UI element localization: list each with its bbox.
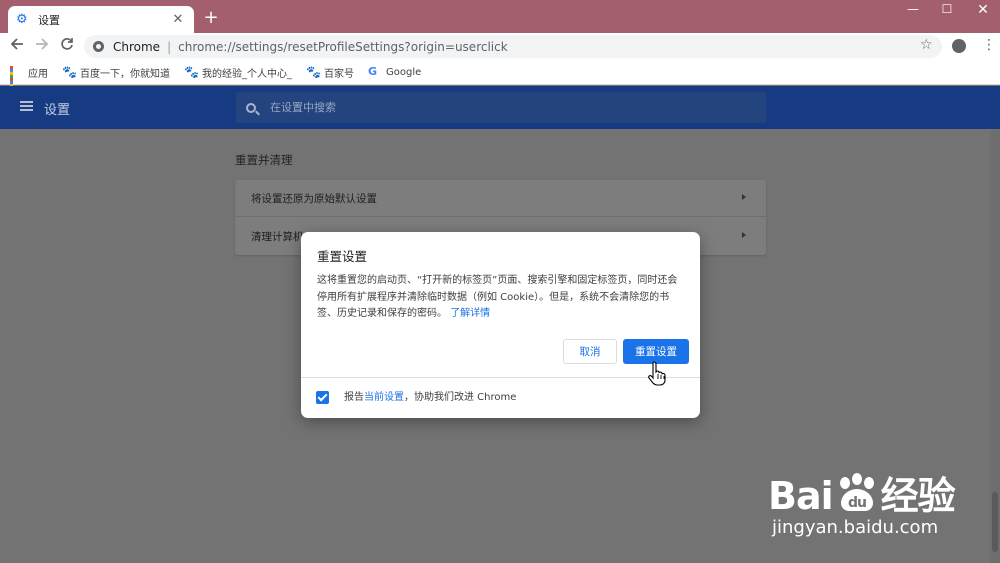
tab-settings[interactable]: ⚙ 设置 ✕ — [8, 6, 194, 33]
back-button[interactable] — [7, 36, 27, 56]
back-arrow-icon — [10, 38, 23, 50]
svg-text:du: du — [848, 495, 866, 511]
maximize-button[interactable]: ☐ — [937, 2, 957, 16]
bookmark-label: 我的经验_个人中心_ — [202, 68, 292, 80]
page-title: 设置 — [44, 103, 71, 118]
bookmark-google[interactable]: G Google — [368, 66, 421, 78]
tab-close-icon[interactable]: ✕ — [170, 12, 186, 27]
bookmark-label: 应用 — [28, 68, 48, 80]
baidu-paw-icon: du — [839, 473, 874, 511]
dialog-body-text: 这将重置您的启动页、“打开新的标签页”页面、搜索引擎和固定标签页，同时还会停用所… — [317, 275, 678, 319]
search-input[interactable] — [270, 101, 670, 114]
restore-defaults-row[interactable]: 将设置还原为原始默认设置 — [235, 180, 766, 217]
baidu-jingyan-watermark: Bai du 经验 jingyan.baidu.com — [768, 455, 983, 545]
minimize-button[interactable]: — — [903, 2, 923, 16]
settings-header: 设置 — [0, 86, 1000, 129]
bookmark-jingyan[interactable]: 🐾 我的经验_个人中心_ — [184, 65, 292, 80]
report-prefix: 报告 — [344, 392, 364, 403]
url-origin: Chrome — [113, 39, 161, 54]
report-suffix: ，协助我们改进 Chrome — [404, 392, 517, 403]
browser-toolbar: Chrome | chrome://settings/resetProfileS… — [0, 33, 1000, 60]
bookmarks-bar: 应用 🐾 百度一下，你就知道 🐾 我的经验_个人中心_ 🐾 百家号 G Goog… — [0, 60, 1000, 93]
scrollbar[interactable] — [990, 130, 1000, 563]
address-bar[interactable]: Chrome | chrome://settings/resetProfileS… — [84, 35, 942, 58]
bookmark-baijiahao[interactable]: 🐾 百家号 — [306, 65, 354, 80]
google-icon: G — [368, 65, 378, 78]
url-separator: | — [167, 39, 172, 54]
profile-avatar-icon[interactable] — [952, 39, 966, 53]
bookmark-label: 百度一下，你就知道 — [80, 68, 170, 80]
reload-icon — [61, 38, 73, 50]
cancel-button[interactable]: 取消 — [563, 339, 617, 364]
arrow-right-icon — [742, 232, 746, 238]
forward-button[interactable] — [32, 36, 52, 56]
section-title: 重置并清理 — [235, 153, 293, 167]
bookmark-apps[interactable]: 应用 — [10, 65, 48, 93]
dialog-body: 这将重置您的启动页、“打开新的标签页”页面、搜索引擎和固定标签页，同时还会停用所… — [317, 273, 687, 323]
current-settings-link[interactable]: 当前设置 — [364, 392, 404, 403]
watermark-logo: Bai du 经验 — [768, 473, 956, 518]
hamburger-menu-icon[interactable] — [20, 101, 33, 111]
bookmark-label: Google — [386, 66, 422, 78]
apps-icon — [10, 66, 22, 93]
hand-cursor-icon — [648, 361, 666, 386]
chrome-site-icon — [93, 41, 104, 52]
arrow-right-icon — [742, 194, 746, 200]
tab-title: 设置 — [38, 13, 60, 27]
scroll-thumb[interactable] — [992, 492, 998, 552]
row-label: 清理计算机 — [251, 231, 304, 243]
more-menu-icon[interactable]: ⋮ — [982, 38, 996, 52]
dialog-title: 重置设置 — [317, 249, 368, 264]
bookmark-label: 百家号 — [324, 68, 354, 80]
settings-search[interactable] — [236, 92, 766, 123]
title-bar: ⚙ 设置 ✕ + — ☐ ✕ — [0, 0, 1000, 33]
report-label: 报告当前设置，协助我们改进 Chrome — [344, 391, 516, 404]
watermark-domain: jingyan.baidu.com — [772, 517, 939, 538]
reload-button[interactable] — [57, 36, 77, 56]
gear-icon: ⚙ — [16, 11, 28, 27]
new-tab-button[interactable]: + — [202, 9, 220, 27]
dialog-divider — [301, 377, 700, 378]
baidu-paw-icon: 🐾 — [62, 65, 77, 79]
url-text: chrome://settings/resetProfileSettings?o… — [178, 39, 508, 54]
forward-arrow-icon — [36, 38, 49, 50]
baidu-paw-icon: 🐾 — [306, 65, 321, 79]
row-label: 将设置还原为原始默认设置 — [251, 192, 377, 205]
report-checkbox[interactable] — [316, 391, 329, 404]
close-window-button[interactable]: ✕ — [973, 2, 993, 18]
reset-settings-dialog: 重置设置 这将重置您的启动页、“打开新的标签页”页面、搜索引擎和固定标签页，同时… — [301, 232, 700, 418]
bookmark-star-icon[interactable]: ☆ — [920, 37, 933, 53]
bookmark-baidu[interactable]: 🐾 百度一下，你就知道 — [62, 65, 170, 80]
baidu-paw-icon: 🐾 — [184, 65, 199, 79]
search-icon — [246, 102, 256, 113]
learn-more-link[interactable]: 了解详情 — [450, 308, 490, 319]
